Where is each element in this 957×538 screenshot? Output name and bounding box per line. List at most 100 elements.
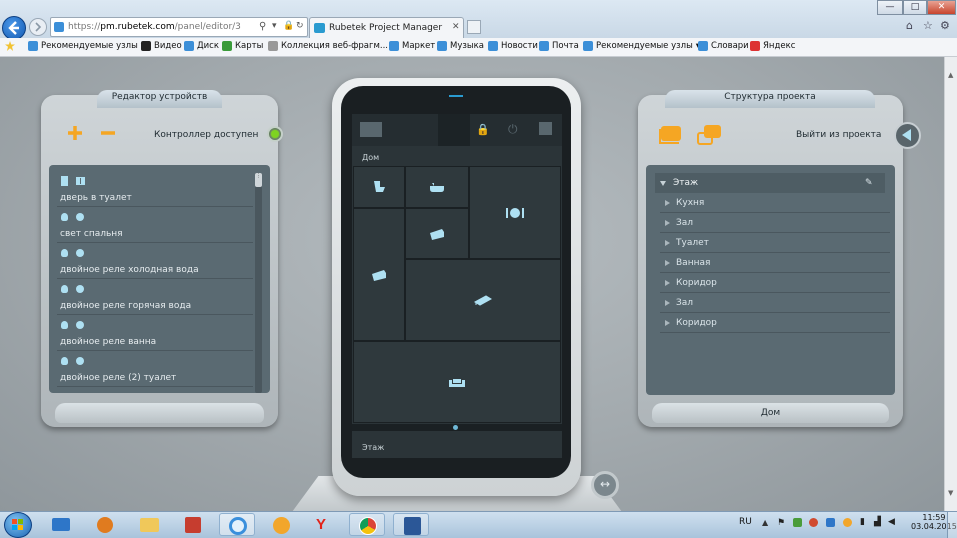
maximize-button[interactable]: □ — [903, 0, 927, 15]
collapse-arrow-icon[interactable] — [665, 220, 670, 226]
home-icon[interactable]: ⌂ — [906, 19, 913, 32]
taskbar-chrome[interactable] — [349, 513, 385, 536]
add-room-button[interactable] — [657, 123, 684, 147]
scroll-down-icon[interactable]: ▼ — [948, 489, 953, 497]
bookmark-news[interactable]: Новости — [488, 41, 538, 51]
bookmark-recommended[interactable]: Рекомендуемые узлы ▾ — [28, 41, 145, 51]
dropdown-icon[interactable]: ▾ — [272, 21, 277, 31]
tray-aimp-icon[interactable] — [843, 518, 852, 527]
device-item-toilet[interactable]: двойное реле (2) туалет — [57, 352, 253, 387]
rotate-phone-button[interactable]: ↔ — [591, 471, 619, 499]
image-icon[interactable] — [360, 122, 382, 137]
bookmark-collection[interactable]: Коллекция веб-фрагм... ▾ — [268, 41, 395, 51]
tray-chrome-icon[interactable] — [809, 518, 818, 527]
bookmark-disk[interactable]: Диск — [184, 41, 219, 51]
device-item-hot-water[interactable]: двойное реле горячая вода — [57, 280, 253, 315]
add-device-button[interactable] — [67, 125, 83, 141]
device-list-scrollbar[interactable]: ⋮ — [255, 173, 262, 393]
collapse-arrow-icon[interactable] — [665, 240, 670, 246]
device-item-door[interactable]: дверь в туалет — [57, 172, 253, 207]
taskbar-ie[interactable] — [219, 513, 255, 536]
device-item-light[interactable]: свет спальня — [57, 208, 253, 243]
minimize-button[interactable]: — — [877, 0, 903, 15]
tree-room-corridor[interactable]: Коридор — [660, 273, 890, 293]
bookmark-yandex[interactable]: Яндекс — [750, 41, 795, 51]
taskbar-app[interactable] — [175, 513, 211, 536]
tile-living-room[interactable] — [353, 341, 561, 423]
signal-icon[interactable]: ▟ — [874, 517, 881, 527]
tile-bath[interactable] — [405, 166, 469, 208]
browser-tab[interactable]: Rubetek Project Manager ✕ — [309, 17, 464, 38]
phone-footer-label: Этаж — [362, 443, 385, 452]
forward-button[interactable] — [29, 18, 47, 36]
device-item-bath[interactable]: двойное реле ванна — [57, 316, 253, 351]
tile-bedroom[interactable] — [405, 259, 561, 341]
tree-room-hall-2[interactable]: Зал — [660, 293, 890, 313]
back-button[interactable] — [2, 16, 26, 40]
bookmark-music[interactable]: Музыка — [437, 41, 484, 51]
taskbar-yandex-browser[interactable]: Y — [305, 513, 341, 536]
bulb-icon — [61, 213, 68, 221]
tile-toilet[interactable] — [353, 166, 405, 208]
edit-pencil-icon[interactable]: ✎ — [865, 173, 873, 193]
taskbar-mail[interactable] — [43, 513, 79, 536]
language-indicator[interactable]: RU — [739, 517, 752, 527]
bookmark-mail[interactable]: Почта — [539, 41, 579, 51]
url-text[interactable]: https://pm.rubetek.com/panel/editor/3 — [68, 22, 241, 32]
menu-icon[interactable] — [539, 122, 552, 135]
tile-dining[interactable] — [469, 166, 561, 259]
tile-bath-2[interactable] — [353, 208, 405, 341]
exit-project-button[interactable]: Выйти из проекта — [796, 130, 881, 140]
new-tab-button[interactable] — [467, 20, 481, 34]
flag-icon[interactable]: ⚑ — [777, 518, 785, 528]
bookmark-maps[interactable]: Карты — [222, 41, 263, 51]
collapse-arrow-icon[interactable] — [665, 300, 670, 306]
favorites-icon[interactable]: ☆ — [923, 19, 933, 32]
bookmark-dictionaries[interactable]: Словари — [698, 41, 749, 51]
power-icon[interactable]: ⏻ — [508, 122, 518, 137]
settings-icon[interactable]: ⚙ — [940, 19, 950, 32]
bookmark-market[interactable]: Маркет — [389, 41, 435, 51]
page-scrollbar[interactable]: ▲ ▼ — [944, 57, 957, 511]
scroll-thumb[interactable]: ⋮ — [255, 173, 262, 187]
expand-arrow-icon[interactable] — [660, 181, 666, 186]
network-icon[interactable]: ▮ — [860, 517, 865, 527]
show-desktop-button[interactable] — [947, 512, 957, 538]
tree-room-hall[interactable]: Зал — [660, 213, 890, 233]
tree-room-toilet[interactable]: Туалет — [660, 233, 890, 253]
page-dot[interactable] — [453, 425, 458, 430]
project-footer-home[interactable]: Дом — [652, 403, 889, 423]
refresh-icon[interactable]: ↻ — [296, 21, 304, 31]
word-icon — [404, 517, 421, 535]
tray-app-icon[interactable] — [793, 518, 802, 527]
collapse-arrow-icon[interactable] — [665, 280, 670, 286]
close-tab-icon[interactable]: ✕ — [452, 22, 460, 32]
tray-expand-icon[interactable]: ▲ — [762, 518, 768, 527]
search-icon[interactable]: ⚲ — [259, 21, 266, 32]
tree-room-kitchen[interactable]: Кухня — [660, 193, 890, 213]
device-item-cold-water[interactable]: двойное реле холодная вода — [57, 244, 253, 279]
volume-icon[interactable]: ◀ — [888, 517, 895, 527]
lock-icon[interactable]: 🔒 — [476, 123, 490, 136]
taskbar-aimp[interactable] — [263, 513, 299, 536]
tree-floor-row[interactable]: Этаж ✎ — [655, 173, 885, 193]
address-bar[interactable]: https://pm.rubetek.com/panel/editor/3 ⚲ … — [50, 17, 308, 37]
copy-room-button[interactable] — [696, 123, 723, 147]
tile-bath-3[interactable] — [405, 208, 469, 259]
scroll-up-icon[interactable]: ▲ — [948, 71, 953, 79]
close-window-button[interactable]: ✕ — [927, 0, 956, 15]
taskbar-media-player[interactable] — [87, 513, 123, 536]
taskbar-explorer[interactable] — [131, 513, 167, 536]
tree-room-bathroom[interactable]: Ванная — [660, 253, 890, 273]
start-button[interactable] — [4, 512, 32, 538]
remove-device-button[interactable] — [100, 125, 116, 141]
tree-room-corridor-2[interactable]: Коридор — [660, 313, 890, 333]
collapse-arrow-icon[interactable] — [665, 320, 670, 326]
exit-project-icon-button[interactable] — [894, 122, 921, 149]
bookmark-recommended-2[interactable]: Рекомендуемые узлы ▾ — [583, 41, 700, 51]
collapse-arrow-icon[interactable] — [665, 260, 670, 266]
bookmark-video[interactable]: Видео — [141, 41, 182, 51]
collapse-arrow-icon[interactable] — [665, 200, 670, 206]
tray-update-icon[interactable] — [826, 518, 835, 527]
taskbar-word[interactable] — [393, 513, 429, 536]
